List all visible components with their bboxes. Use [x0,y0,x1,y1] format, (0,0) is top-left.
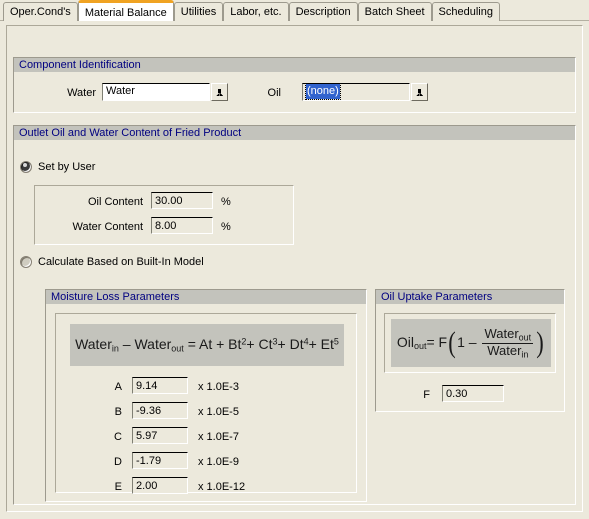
moisture-loss-title: Moisture Loss Parameters [46,290,366,305]
coef-e-label: E [114,481,122,493]
water-content-unit: % [221,221,231,233]
oil-uptake-parameters-group: Oil Uptake Parameters Oilout= F(1 – Wate… [375,289,565,412]
oil-content-label: Oil Content [87,196,143,208]
coef-a-input[interactable] [132,377,188,394]
radio-calculate-label: Calculate Based on Built-In Model [38,256,204,268]
tab-strip: Oper.Cond's Material Balance Utilities Labo… [0,0,589,21]
component-identification-group: Component Identification Water Water Oil… [13,57,576,113]
outlet-content-title: Outlet Oil and Water Content of Fried Pr… [14,126,575,141]
material-balance-panel: Component Identification Water Water Oil… [0,21,589,519]
chevron-down-icon[interactable] [211,83,228,101]
oil-component-value: (none) [305,84,341,100]
coef-b-unit: x 1.0E-5 [198,406,239,418]
coef-b-input[interactable] [132,402,188,419]
coef-c-input[interactable] [132,427,188,444]
oil-component-label: Oil [267,87,281,99]
water-component-combobox[interactable]: Water [102,83,228,101]
moisture-loss-equation: Waterin – Waterout = At + Bt2+ Ct3+ Dt4+… [70,324,344,366]
water-content-input[interactable] [151,217,213,234]
oil-uptake-factor-input[interactable] [442,385,504,402]
radio-set-by-user[interactable]: Set by User [20,161,95,173]
coef-e-input[interactable] [132,477,188,494]
tab-labor-etc[interactable]: Labor, etc. [223,2,289,21]
tab-scheduling[interactable]: Scheduling [431,2,500,21]
coef-b-label: B [114,406,122,418]
water-content-label: Water Content [72,221,143,233]
water-component-label: Water [67,87,96,99]
component-identification-title: Component Identification [14,58,575,73]
oil-uptake-equation: Oilout= F(1 – Waterout Waterin) [391,319,551,367]
coef-a-label: A [114,381,122,393]
coef-a-unit: x 1.0E-3 [198,381,239,393]
outlet-content-group: Outlet Oil and Water Content of Fried Pr… [13,125,576,505]
oil-uptake-inner-panel: Oilout= F(1 – Waterout Waterin) [384,313,556,373]
coef-d-label: D [114,456,122,468]
radio-indicator-icon [20,161,32,173]
moisture-loss-parameters-group: Moisture Loss Parameters Waterin – Water… [45,289,367,502]
coef-c-label: C [114,431,122,443]
tab-description[interactable]: Description [288,2,358,21]
tab-oper-conds[interactable]: Oper.Cond's [3,2,78,21]
coef-e-unit: x 1.0E-12 [198,481,246,493]
water-component-value: Water [102,83,210,101]
coef-d-input[interactable] [132,452,188,469]
tab-material-balance[interactable]: Material Balance [77,0,174,21]
coef-c-unit: x 1.0E-7 [198,431,239,443]
radio-indicator-icon [20,256,32,268]
radio-calculate-built-in-model[interactable]: Calculate Based on Built-In Model [20,256,204,268]
tab-batch-sheet[interactable]: Batch Sheet [357,2,432,21]
oil-uptake-factor-label: F [423,389,430,401]
chevron-down-icon[interactable] [411,83,428,101]
oil-content-input[interactable] [151,192,213,209]
coef-d-unit: x 1.0E-9 [198,456,239,468]
oil-uptake-title: Oil Uptake Parameters [376,290,564,305]
set-by-user-panel: Oil Content % Water Content % [34,185,294,245]
oil-component-combobox[interactable]: (none) [302,83,428,101]
radio-set-by-user-label: Set by User [38,161,96,173]
tab-utilities[interactable]: Utilities [173,2,224,21]
oil-content-unit: % [221,196,231,208]
moisture-loss-inner-panel: Waterin – Waterout = At + Bt2+ Ct3+ Dt4+… [55,313,357,494]
